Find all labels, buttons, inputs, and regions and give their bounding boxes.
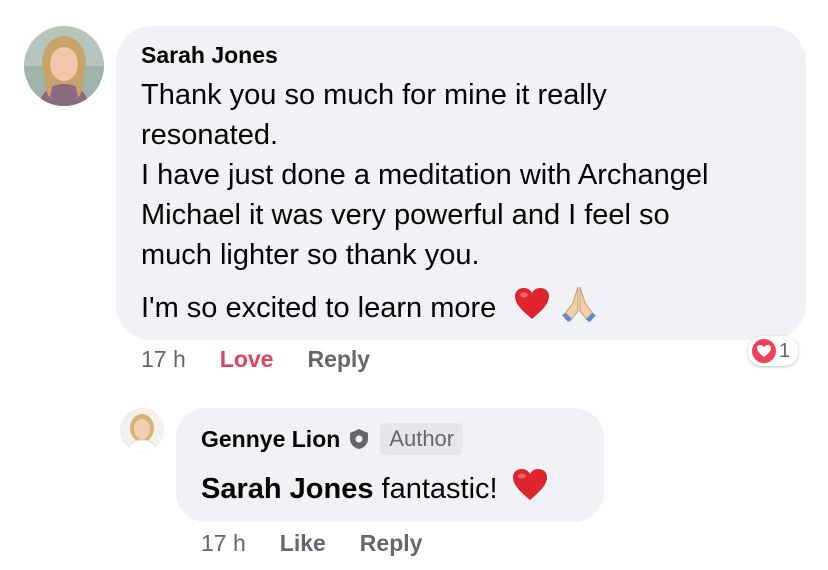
reply-button[interactable]: Reply bbox=[307, 346, 370, 373]
comment-author-name[interactable]: Sarah Jones bbox=[141, 42, 278, 69]
folded-hands-emoji-icon bbox=[558, 285, 600, 334]
avatar-sarah-jones[interactable] bbox=[24, 26, 104, 106]
reply-bubble: Gennye Lion Author Sarah Jones fantastic… bbox=[176, 408, 604, 522]
comment-bubble: Sarah Jones Thank you so much for mine i… bbox=[116, 26, 806, 340]
comment-line: much lighter so thank you. bbox=[141, 239, 480, 271]
comment-line: I'm so excited to learn more bbox=[141, 292, 497, 325]
comment-actions: 17 h Love Reply bbox=[141, 346, 370, 373]
reply-button[interactable]: Reply bbox=[360, 530, 423, 557]
like-button[interactable]: Like bbox=[280, 530, 326, 557]
red-heart-emoji-icon bbox=[512, 468, 548, 513]
comment-line: I have just done a meditation with Archa… bbox=[141, 159, 709, 191]
comment-line: Michael it was very powerful and I feel … bbox=[141, 199, 670, 231]
reply-author-name[interactable]: Gennye Lion bbox=[201, 426, 340, 453]
reply-actions: 17 h Like Reply bbox=[201, 530, 422, 557]
reply-message: fantastic! bbox=[373, 473, 498, 506]
reply-text: Sarah Jones fantastic! bbox=[201, 468, 548, 513]
avatar-gennye-lion[interactable] bbox=[120, 408, 164, 452]
comment-line: resonated. bbox=[141, 119, 279, 151]
red-heart-emoji-icon bbox=[514, 287, 550, 332]
comment-last-line: I'm so excited to learn more bbox=[141, 285, 791, 334]
reply-timestamp[interactable]: 17 h bbox=[201, 530, 246, 557]
love-button[interactable]: Love bbox=[220, 346, 274, 373]
love-reaction-icon bbox=[752, 339, 776, 363]
mention-link[interactable]: Sarah Jones bbox=[201, 473, 373, 505]
reply-header: Gennye Lion Author bbox=[201, 423, 464, 455]
comment-line: Thank you so much for mine it really bbox=[141, 79, 607, 111]
shield-icon bbox=[348, 428, 370, 450]
comment-text: Thank you so much for mine it really res… bbox=[141, 75, 791, 334]
reaction-summary[interactable]: 1 bbox=[748, 336, 799, 366]
comment-timestamp[interactable]: 17 h bbox=[141, 346, 186, 373]
author-badge: Author bbox=[380, 423, 464, 455]
reaction-count: 1 bbox=[779, 339, 791, 362]
